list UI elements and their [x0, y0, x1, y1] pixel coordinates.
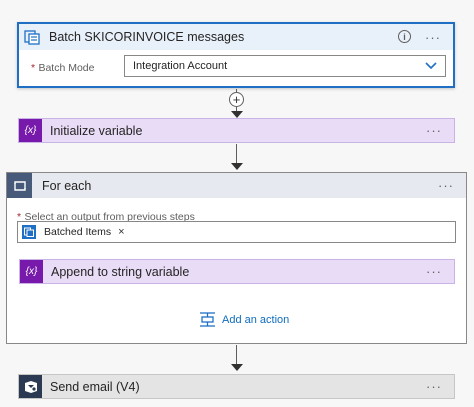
- for-each-more-button[interactable]: ···: [438, 178, 454, 193]
- add-action-button[interactable]: Add an action: [199, 312, 289, 327]
- for-each-input[interactable]: Batched Items ×: [17, 221, 456, 243]
- add-action-icon: [199, 312, 216, 327]
- batch-trigger-header[interactable]: Batch SKICORINVOICE messages i ···: [19, 24, 453, 50]
- append-variable-header[interactable]: {x} Append to string variable ···: [20, 260, 454, 283]
- batch-mode-label-row: * Batch Mode: [31, 60, 94, 74]
- loop-icon: [7, 173, 32, 198]
- token-label: Batched Items: [44, 226, 112, 238]
- send-email-title: Send email (V4): [50, 379, 140, 394]
- insert-step-button[interactable]: +: [229, 92, 244, 107]
- for-each-container[interactable]: For each ··· * Select an output from pre…: [6, 172, 467, 344]
- batch-more-button[interactable]: ···: [425, 30, 441, 45]
- append-variable-title: Append to string variable: [51, 264, 190, 279]
- sendgrid-icon: [19, 375, 42, 398]
- for-each-header[interactable]: For each ···: [7, 173, 466, 198]
- variable-icon: {x}: [19, 119, 42, 142]
- initialize-variable-header[interactable]: {x} Initialize variable ···: [19, 119, 454, 142]
- batched-items-token[interactable]: Batched Items ×: [22, 224, 125, 240]
- batch-icon: [22, 225, 36, 239]
- send-email-header[interactable]: Send email (V4) ···: [19, 375, 454, 398]
- connector-line: [236, 144, 237, 164]
- arrow-down-icon: [231, 364, 243, 371]
- batch-mode-value: Integration Account: [133, 60, 228, 72]
- info-icon[interactable]: i: [398, 30, 411, 43]
- required-marker: *: [31, 62, 36, 74]
- connector-line: [236, 345, 237, 365]
- append-variable-more-button[interactable]: ···: [426, 264, 442, 279]
- for-each-title: For each: [42, 178, 92, 193]
- arrow-down-icon: [231, 163, 243, 170]
- send-email-more-button[interactable]: ···: [426, 379, 442, 394]
- arrow-down-icon: [231, 111, 243, 118]
- batch-trigger-card[interactable]: Batch SKICORINVOICE messages i ··· * Bat…: [17, 22, 455, 88]
- chevron-down-icon[interactable]: [425, 60, 437, 74]
- initialize-variable-card[interactable]: {x} Initialize variable ···: [18, 118, 455, 143]
- batch-icon: [23, 28, 41, 46]
- variable-icon: {x}: [20, 260, 43, 283]
- append-to-string-variable-card[interactable]: {x} Append to string variable ···: [19, 259, 455, 284]
- initialize-variable-title: Initialize variable: [50, 123, 143, 138]
- add-action-label: Add an action: [222, 313, 290, 326]
- token-remove-icon[interactable]: ×: [118, 226, 124, 238]
- initialize-variable-more-button[interactable]: ···: [426, 123, 442, 138]
- send-email-card[interactable]: Send email (V4) ···: [18, 374, 455, 399]
- batch-trigger-title: Batch SKICORINVOICE messages: [49, 30, 245, 44]
- batch-mode-label: Batch Mode: [38, 62, 95, 74]
- batch-mode-dropdown[interactable]: Integration Account: [124, 55, 446, 77]
